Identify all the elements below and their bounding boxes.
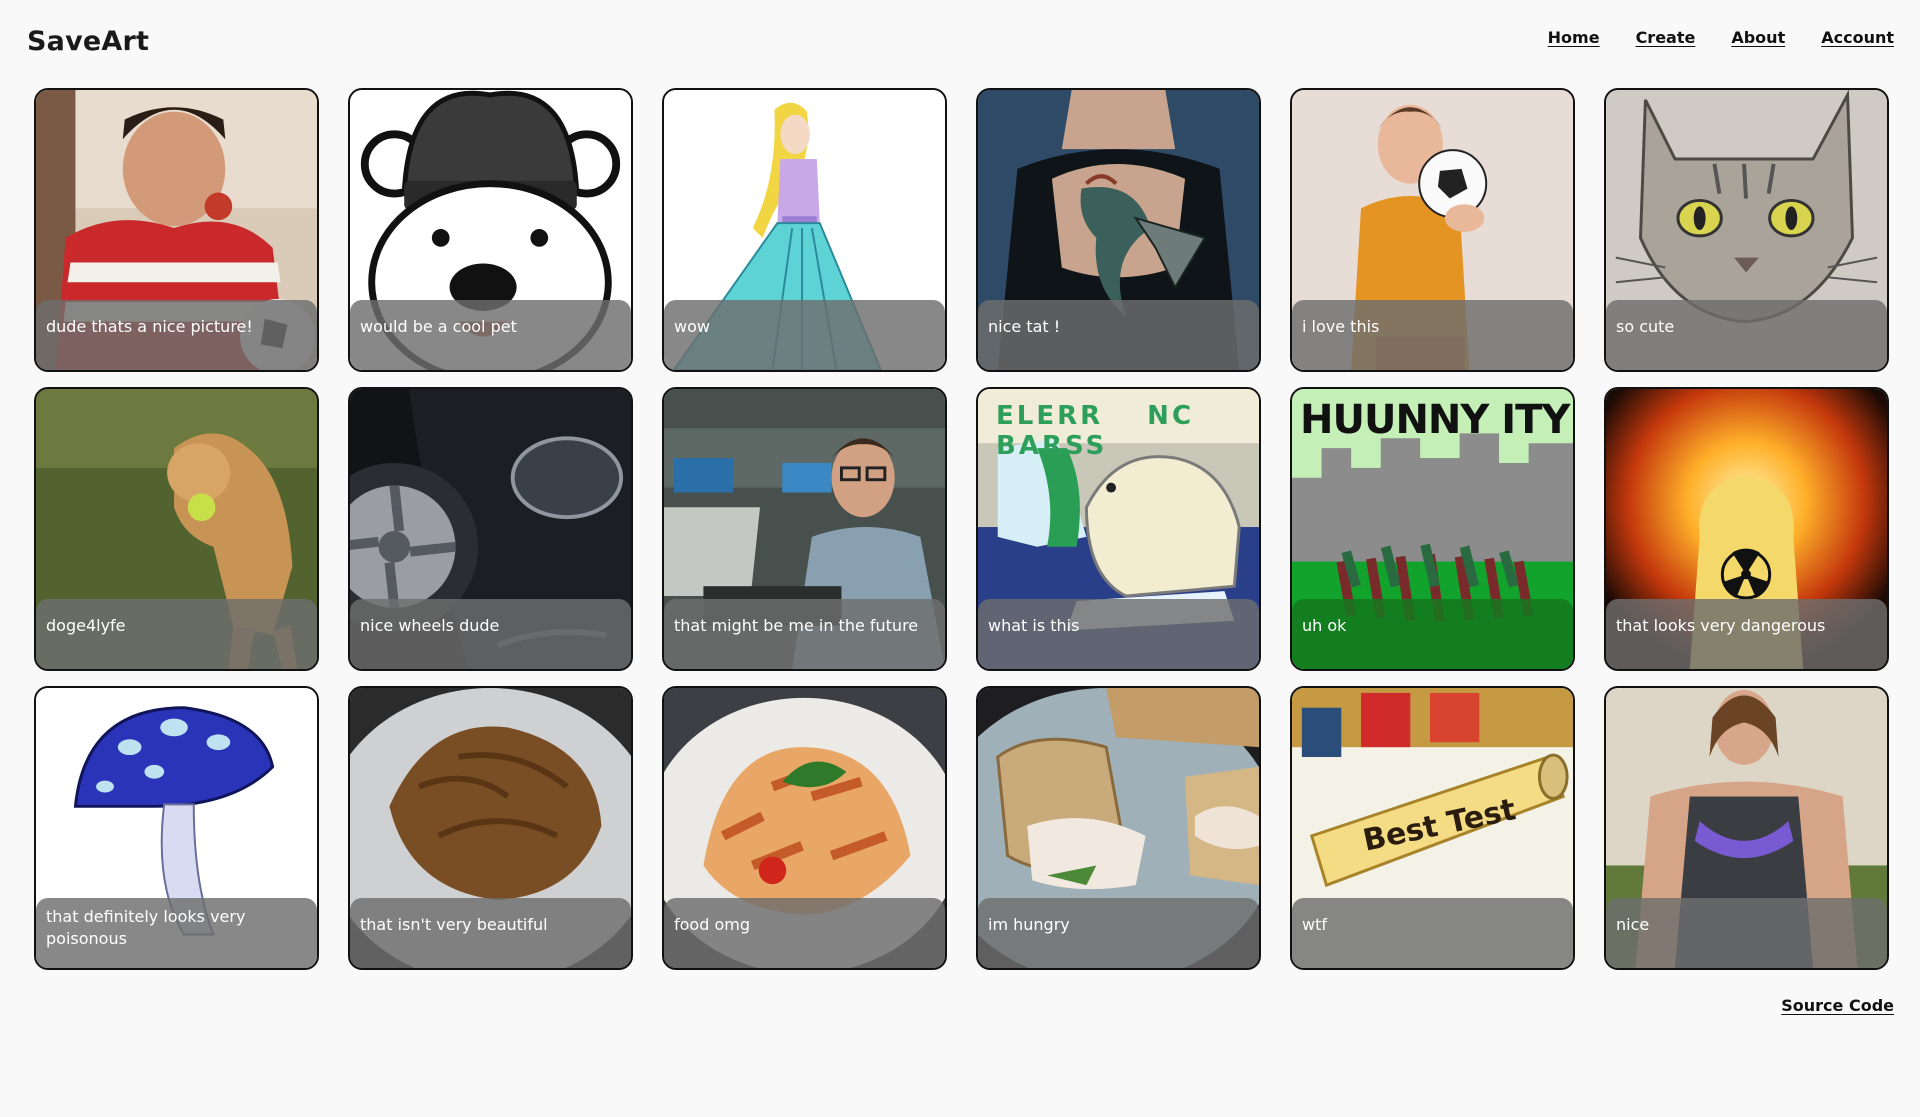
gallery-card[interactable]: i love this [1290,88,1575,372]
gallery-card[interactable]: food omg [662,686,947,970]
card-caption: i love this [1292,300,1573,370]
gallery-card[interactable]: would be a cool pet [348,88,633,372]
poster-title-text: HUUNNY ITY [1300,397,1570,443]
gallery-card[interactable]: nice wheels dude [348,387,633,671]
nav-account-link[interactable]: Account [1821,28,1894,47]
card-caption: so cute [1606,300,1887,370]
card-caption: food omg [664,898,945,968]
card-caption: nice tat ! [978,300,1259,370]
gallery-card[interactable]: that looks very dangerous [1604,387,1889,671]
card-caption: wow [664,300,945,370]
card-caption: that might be me in the future [664,599,945,669]
card-caption: that isn't very beautiful [350,898,631,968]
site-header: SaveArt Home Create About Account [0,0,1920,80]
card-caption: that definitely looks very poisonous [36,898,317,968]
card-caption: uh ok [1292,599,1573,669]
gallery-card[interactable]: that might be me in the future [662,387,947,671]
gallery-card[interactable]: nice [1604,686,1889,970]
card-caption: dude thats a nice picture! [36,300,317,370]
gallery-card[interactable]: that definitely looks very poisonous [34,686,319,970]
site-logo[interactable]: SaveArt [27,26,149,57]
card-caption: what is this [978,599,1259,669]
gallery-grid: dude thats a nice picture! would be a co… [34,88,1889,970]
gallery-card[interactable]: wow [662,88,947,372]
card-caption: doge4lyfe [36,599,317,669]
gallery-card[interactable]: so cute [1604,88,1889,372]
gallery-card[interactable]: dude thats a nice picture! [34,88,319,372]
card-caption: nice [1606,898,1887,968]
gallery-card[interactable]: HUUNNY ITY uh ok [1290,387,1575,671]
card-caption: im hungry [978,898,1259,968]
nav-about-link[interactable]: About [1731,28,1785,47]
card-caption: that looks very dangerous [1606,599,1887,669]
gallery-card[interactable]: that isn't very beautiful [348,686,633,970]
card-caption: would be a cool pet [350,300,631,370]
gallery-card[interactable]: im hungry [976,686,1261,970]
gallery-card[interactable]: Best Test wtf [1290,686,1575,970]
card-caption: wtf [1292,898,1573,968]
card-caption: nice wheels dude [350,599,631,669]
gallery-card[interactable]: nice tat ! [976,88,1261,372]
source-code-link[interactable]: Source Code [1781,996,1894,1015]
main-nav: Home Create About Account [1548,28,1894,47]
gallery-card[interactable]: ELERR NC BARSS what is this [976,387,1261,671]
gallery-card[interactable]: doge4lyfe [34,387,319,671]
nav-create-link[interactable]: Create [1636,28,1696,47]
poster-title-text: ELERR NC BARSS [996,401,1195,461]
nav-home-link[interactable]: Home [1548,28,1600,47]
